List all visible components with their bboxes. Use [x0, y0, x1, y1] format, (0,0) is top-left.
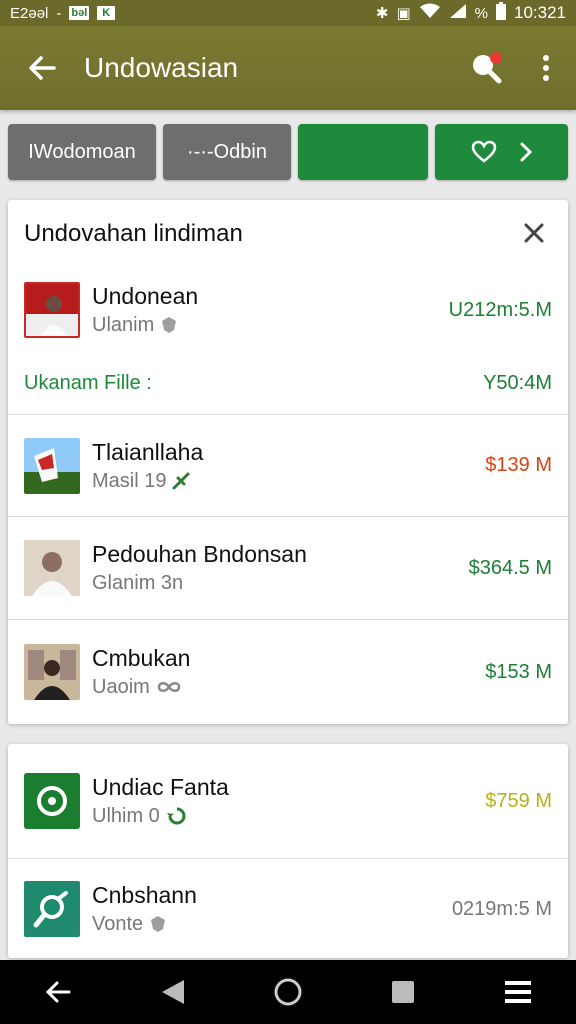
item-subtitle: Ulhim 0 [92, 805, 160, 827]
more-vert-icon [543, 55, 549, 81]
app-bar: Undowasian [0, 26, 576, 110]
item-text: Cmbukan Uaoim [92, 643, 485, 701]
refresh-icon [166, 807, 186, 825]
nav-back-arrow-button[interactable] [26, 960, 90, 1024]
item-title: Tlaianllaha [92, 438, 204, 465]
list-item[interactable]: Undiac Fanta Ulhim 0 $759 M [8, 744, 568, 858]
filter-chip-1[interactable]: IWodomoan [8, 124, 156, 180]
item-value: $139 M [485, 454, 552, 476]
item-thumbnail [24, 881, 80, 937]
nav-recents-button[interactable] [371, 960, 435, 1024]
file-row-label-group: Ukanam Fille : [24, 372, 152, 395]
item-subtitle-row: Glanim 3n [92, 569, 469, 597]
item-value: $759 M [485, 789, 552, 812]
item-subtitle: Glanim 3n [92, 572, 184, 594]
status-bar: E2əəl - bəl K ✱ ▣ % 10:321 [0, 0, 576, 26]
list-item[interactable]: Tlaianllaha Masil 19 $139 M [8, 415, 568, 516]
nav-home-button[interactable] [256, 960, 320, 1024]
heart-icon [471, 140, 496, 163]
square-recents-icon [392, 981, 415, 1003]
nav-menu-button[interactable] [486, 960, 550, 1024]
file-row-label: Ukanam Fille [24, 371, 141, 394]
item-subtitle-row: Ulhim 0 [92, 802, 485, 830]
chevron-right-icon [520, 142, 532, 162]
infinity-icon [157, 682, 181, 692]
card-header: Undovahan lindiman [8, 200, 568, 268]
list-item[interactable]: Cnbshann Vonte 0219m:5 M [8, 859, 568, 958]
item-subtitle-row: Uaoim [92, 673, 485, 701]
signal-icon [449, 3, 467, 23]
nav-back-button[interactable] [141, 960, 205, 1024]
file-row-value: Y50:4M [483, 371, 552, 394]
item-subtitle: Ulanim [92, 314, 155, 336]
more-options-button[interactable] [516, 38, 576, 98]
item-thumbnail [24, 282, 80, 338]
item-subtitle: Vonte [92, 913, 144, 935]
arrow-left-icon [29, 56, 56, 80]
results-card: Undovahan lindiman Undonean Ulanim U212m… [8, 200, 568, 724]
page-title: Undowasian [84, 52, 239, 83]
verified-icon [162, 317, 177, 333]
item-subtitle-row: Masil 19 [92, 467, 485, 495]
status-left: E2əəl - bəl K [10, 4, 116, 22]
item-subtitle: Masil 19 [92, 469, 167, 492]
status-time: 10:321 [514, 3, 566, 22]
list-item[interactable]: Undonean Ulanim U212m:5.M [8, 268, 568, 352]
bluetooth-icon: ✱ [375, 5, 389, 22]
status-right: ✱ ▣ % 10:321 [376, 2, 566, 24]
item-title: Undonean [92, 283, 199, 309]
verified-icon [151, 916, 166, 932]
filter-chip-2[interactable]: ·-·-Odbin [163, 124, 291, 180]
filter-chip-4[interactable] [435, 124, 568, 180]
notification-dot [490, 52, 502, 64]
vibrate-icon: ▣ [396, 5, 411, 22]
hamburger-menu-icon [505, 981, 532, 1003]
close-icon [524, 223, 544, 243]
status-dash: - [56, 4, 62, 22]
item-thumbnail [24, 540, 80, 596]
arrow-left-icon [45, 981, 71, 1003]
item-value: 0219m:5 M [451, 897, 552, 920]
item-thumbnail [24, 644, 80, 700]
circle-home-icon [274, 978, 302, 1006]
wifi-icon [419, 3, 441, 23]
filter-chip-3[interactable] [298, 124, 428, 180]
status-carrier-text: E2əəl [10, 4, 49, 22]
system-nav-bar [0, 960, 576, 1024]
item-text: Cnbshann Vonte [92, 880, 452, 938]
item-title: Undiac Fanta [92, 774, 229, 800]
card-title: Undovahan lindiman [24, 220, 243, 247]
battery-percent: % [474, 4, 488, 22]
item-subtitle: Uaoim [92, 676, 150, 698]
item-thumbnail [24, 437, 80, 494]
status-app-icon: K [97, 6, 116, 20]
status-notification-icon: bəl [69, 6, 90, 20]
search-button[interactable] [456, 38, 516, 98]
triangle-back-icon [161, 980, 184, 1004]
item-subtitle-row: Vonte [92, 910, 452, 938]
list-item[interactable]: Pedouhan Bndonsan Glanim 3n $364.5 M [8, 517, 568, 619]
battery-icon [496, 2, 506, 24]
item-subtitle-row: Ulanim [92, 311, 449, 339]
list-item[interactable]: Cmbukan Uaoim $153 M [8, 620, 568, 724]
filter-chip-row: IWodomoan ·-·-Odbin [8, 124, 568, 182]
close-button[interactable] [514, 217, 554, 251]
item-text: Pedouhan Bndonsan Glanim 3n [92, 539, 469, 597]
item-value: $153 M [485, 660, 552, 683]
item-value: $364.5 M [468, 556, 552, 579]
item-title: Cnbshann [92, 882, 197, 908]
file-row-suffix: : [146, 371, 152, 394]
item-value: U212m:5.M [448, 298, 552, 321]
leaf-icon [172, 472, 190, 489]
item-thumbnail [24, 773, 80, 829]
item-title: Cmbukan [92, 645, 191, 671]
back-button[interactable] [0, 26, 84, 110]
item-text: Undonean Ulanim [92, 281, 449, 339]
item-text: Undiac Fanta Ulhim 0 [92, 772, 485, 830]
item-title: Pedouhan Bndonsan [92, 541, 307, 567]
file-row[interactable]: Ukanam Fille : Y50:4M [8, 352, 568, 414]
secondary-card: Undiac Fanta Ulhim 0 $759 M Cnbshann Von… [8, 744, 568, 958]
item-text: Tlaianllaha Masil 19 [92, 437, 485, 495]
